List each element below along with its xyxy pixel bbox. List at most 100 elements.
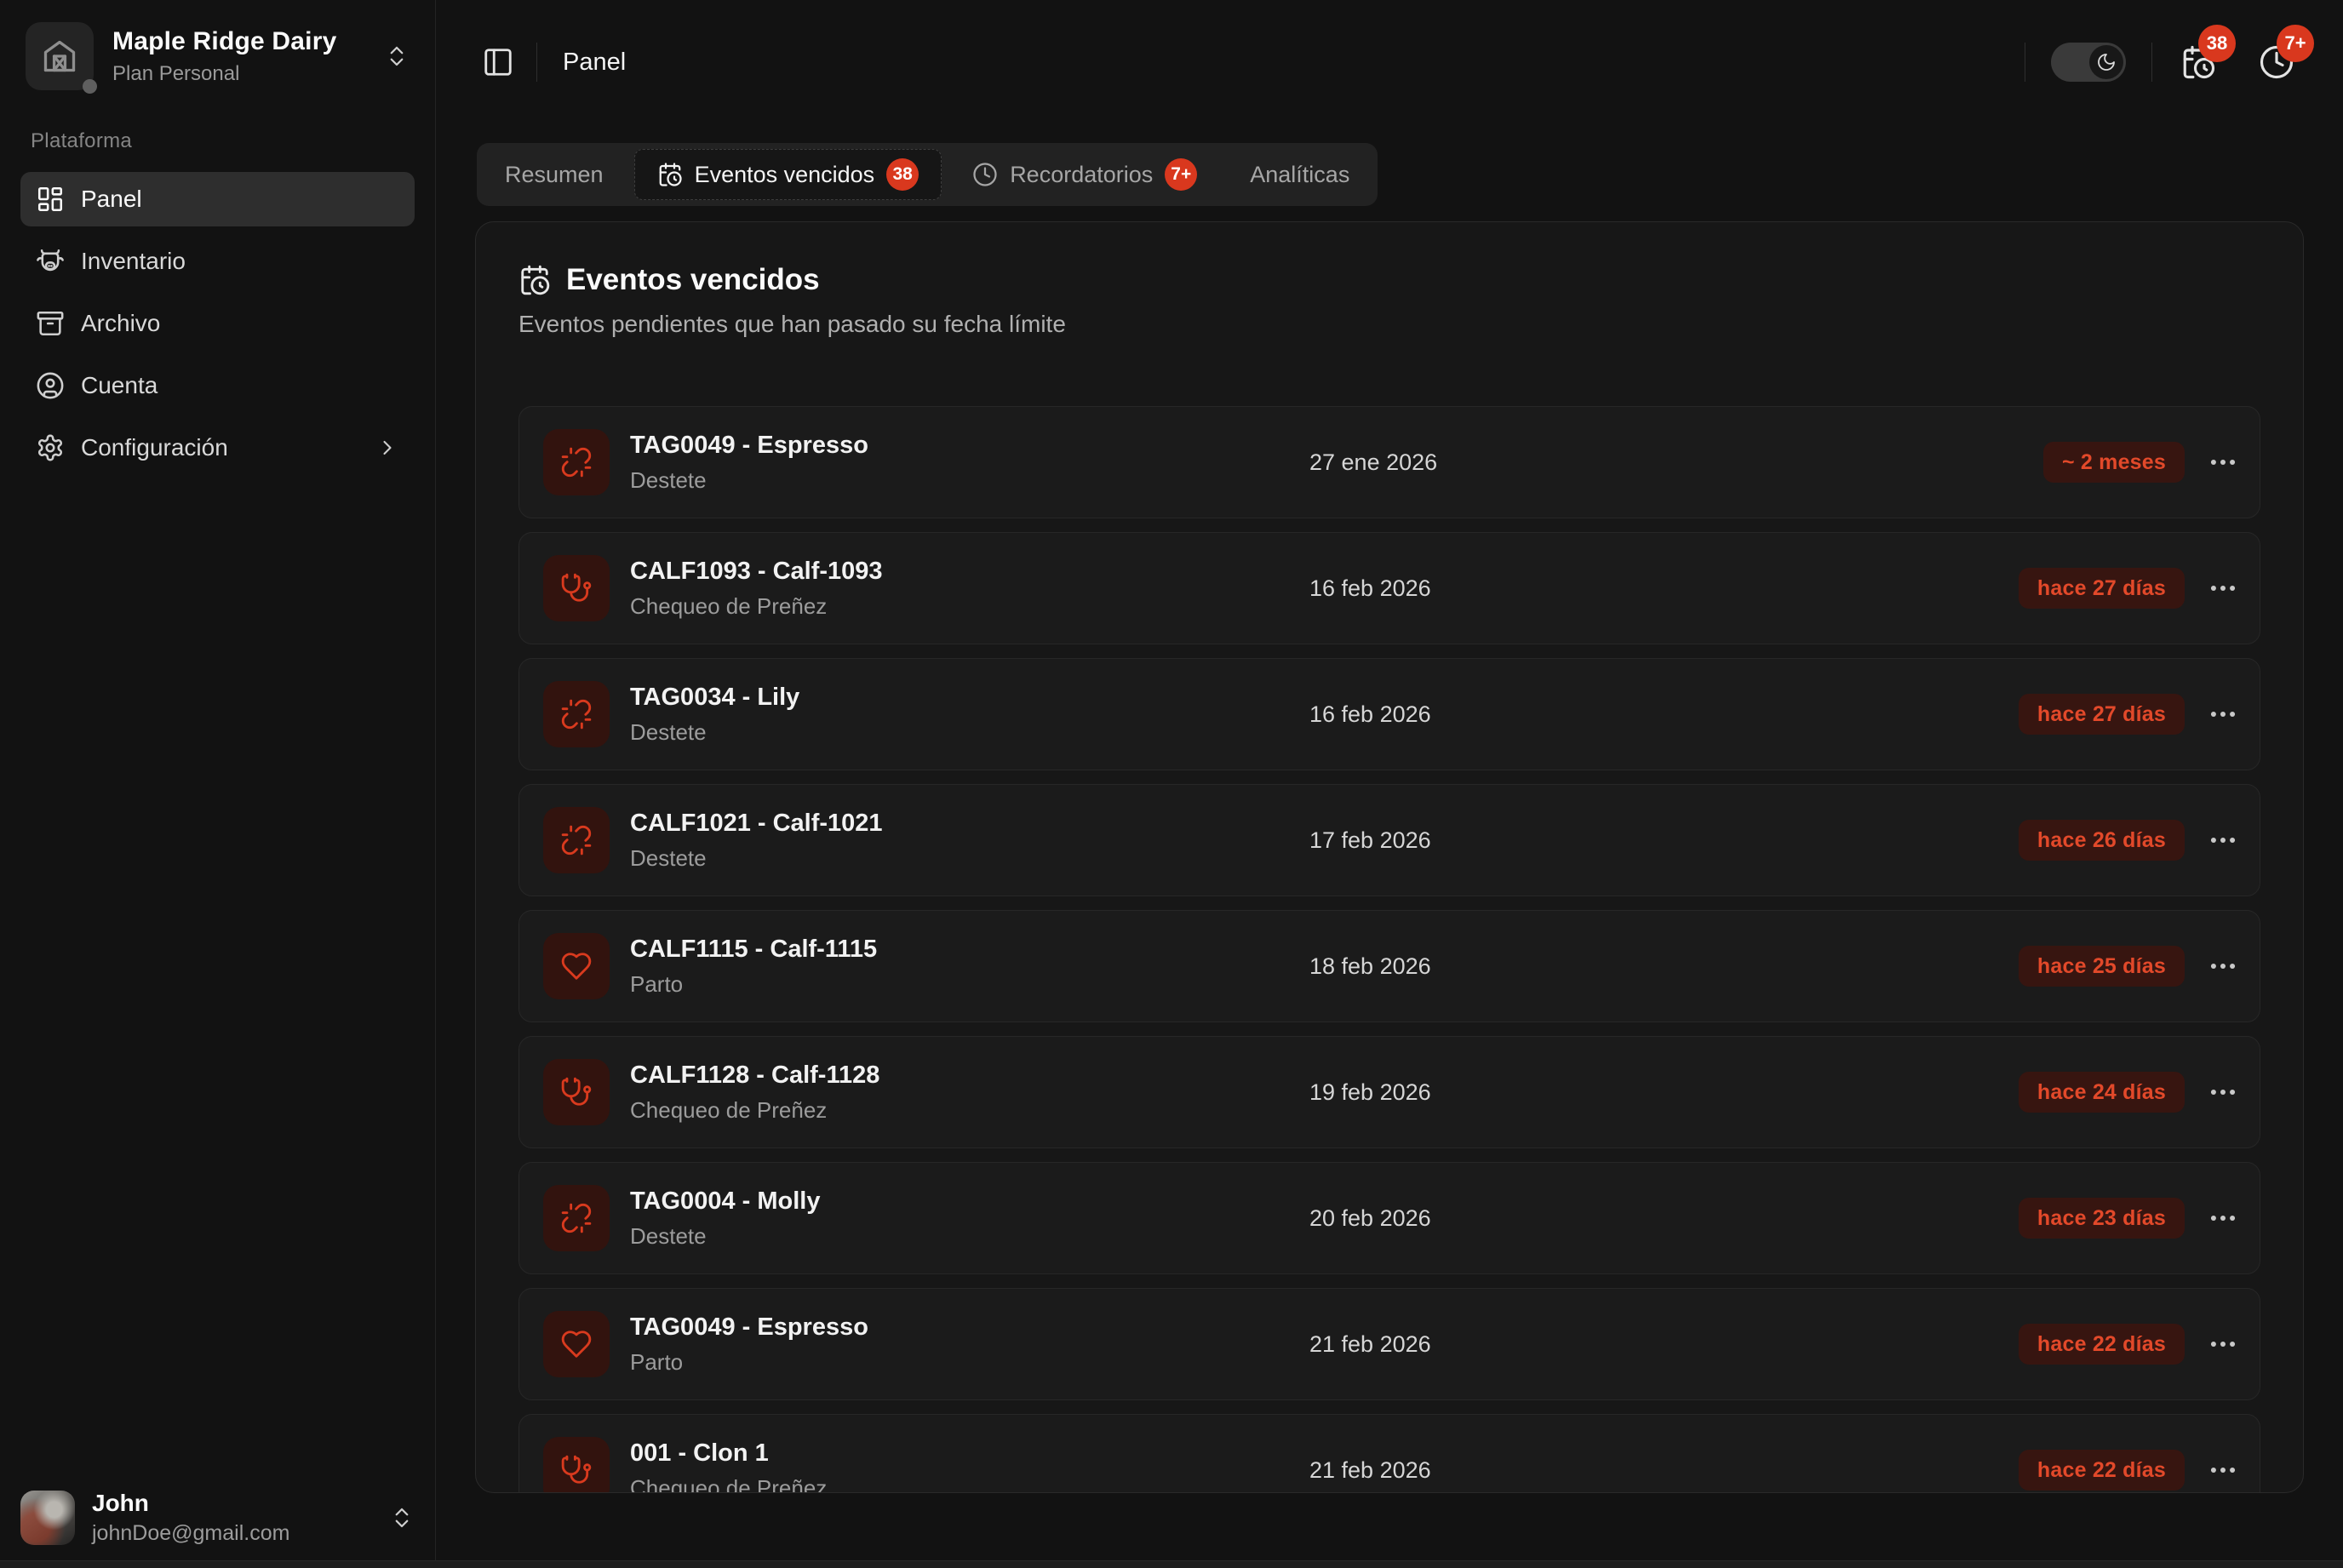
event-type: Chequeo de Preñez [630,1475,827,1494]
reminders-button[interactable]: 7+ [2256,42,2297,83]
row-menu-button[interactable] [2207,1076,2239,1108]
unlink-icon [560,446,593,478]
card-subtitle: Eventos pendientes que han pasado su fec… [518,311,2260,341]
event-row[interactable]: TAG0049 - Espresso Parto 21 feb 2026 hac… [518,1288,2260,1400]
event-date: 16 feb 2026 [1309,575,1431,602]
barn-icon [41,37,78,75]
overdue-badge: hace 22 días [2019,1450,2185,1491]
sidebar-item-panel[interactable]: Panel [20,172,415,226]
ellipsis-icon [2207,446,2239,478]
ellipsis-icon [2207,572,2239,604]
row-menu-button[interactable] [2207,1202,2239,1234]
event-date: 17 feb 2026 [1309,827,1431,854]
event-type: Destete [630,1223,820,1250]
bottom-strip [0,1560,2343,1568]
event-row[interactable]: CALF1021 - Calf-1021 Destete 17 feb 2026… [518,784,2260,896]
unlink-icon [560,824,593,856]
row-menu-button[interactable] [2207,698,2239,730]
unlink-icon [560,1202,593,1234]
event-name: TAG0049 - Espresso [630,1313,868,1342]
ellipsis-icon [2207,1454,2239,1486]
event-date: 21 feb 2026 [1309,1331,1431,1358]
event-list: TAG0049 - Espresso Destete 27 ene 2026 ~… [518,406,2260,1493]
org-switcher[interactable]: Maple Ridge Dairy Plan Personal [20,19,415,94]
sidebar-nav: Panel Inventario Archivo Cuenta Configur… [20,172,415,475]
row-menu-button[interactable] [2207,572,2239,604]
event-date: 19 feb 2026 [1309,1079,1431,1106]
overdue-badge: hace 24 días [2019,1072,2185,1113]
row-menu-button[interactable] [2207,446,2239,478]
event-type: Chequeo de Preñez [630,1097,879,1124]
ellipsis-icon [2207,950,2239,982]
row-menu-button[interactable] [2207,824,2239,856]
topbar-divider [2151,43,2152,82]
ellipsis-icon [2207,1328,2239,1360]
event-row[interactable]: TAG0034 - Lily Destete 16 feb 2026 hace … [518,658,2260,770]
event-type: Parto [630,971,877,998]
chevrons-up-down-icon [384,43,410,69]
user-name: John [92,1490,289,1517]
tab-bar: Resumen Eventos vencidos 38 Recordatorio… [477,143,1378,206]
overdue-badge: hace 25 días [2019,946,2185,987]
sidebar-item-archivo[interactable]: Archivo [20,296,415,351]
event-name: CALF1115 - Calf-1115 [630,936,877,964]
topbar: Panel 38 7+ [475,0,2304,124]
org-plan: Plan Personal [112,62,336,86]
overdue-events-card: Eventos vencidos Eventos pendientes que … [475,221,2304,1493]
overdue-badge: hace 22 días [2019,1324,2185,1365]
event-date: 27 ene 2026 [1309,449,1437,476]
event-row[interactable]: TAG0004 - Molly Destete 20 feb 2026 hace… [518,1162,2260,1274]
overdue-badge: hace 27 días [2019,568,2185,609]
event-name: TAG0034 - Lily [630,684,799,712]
overdue-events-button[interactable]: 38 [2178,42,2219,83]
reminders-count-badge: 7+ [2277,25,2314,62]
app-root: Maple Ridge Dairy Plan Personal Platafor… [0,0,2343,1568]
event-name: TAG0049 - Espresso [630,432,868,460]
tab-analiticas[interactable]: Analíticas [1228,149,1372,200]
topbar-actions: 38 7+ [2025,42,2297,83]
event-row[interactable]: CALF1093 - Calf-1093 Chequeo de Preñez 1… [518,532,2260,644]
event-row[interactable]: TAG0049 - Espresso Destete 27 ene 2026 ~… [518,406,2260,518]
sidebar-section-label: Plataforma [31,129,415,153]
event-type-icon-tile [543,681,610,747]
sidebar-item-configuracion[interactable]: Configuración [20,421,415,475]
event-row[interactable]: CALF1115 - Calf-1115 Parto 18 feb 2026 h… [518,910,2260,1022]
clock-icon [972,162,998,187]
overdue-badge: hace 27 días [2019,694,2185,735]
tab-resumen[interactable]: Resumen [483,149,626,200]
row-menu-button[interactable] [2207,1454,2239,1486]
row-menu-button[interactable] [2207,950,2239,982]
event-date: 21 feb 2026 [1309,1457,1431,1484]
sidebar-item-inventario[interactable]: Inventario [20,234,415,289]
stethoscope-icon [560,1076,593,1108]
dashboard-icon [36,185,65,214]
cow-icon [36,247,65,276]
moon-icon [2096,52,2117,72]
event-name: CALF1021 - Calf-1021 [630,810,883,838]
sidebar-toggle-button[interactable] [482,46,514,78]
ellipsis-icon [2207,1202,2239,1234]
event-type-icon-tile [543,933,610,999]
heart-icon [560,950,593,982]
heart-icon [560,1328,593,1360]
chevrons-up-down-icon [389,1505,415,1531]
event-date: 16 feb 2026 [1309,701,1431,728]
event-type: Destete [630,845,883,872]
user-email: johnDoe@gmail.com [92,1521,289,1546]
user-menu[interactable]: John johnDoe@gmail.com [20,1490,415,1546]
stethoscope-icon [560,572,593,604]
sidebar-item-cuenta[interactable]: Cuenta [20,358,415,413]
event-row[interactable]: CALF1128 - Calf-1128 Chequeo de Preñez 1… [518,1036,2260,1148]
event-type-icon-tile [543,555,610,621]
tab-recordatorios[interactable]: Recordatorios 7+ [950,149,1219,200]
tab-count-badge: 7+ [1165,158,1197,191]
event-type-icon-tile [543,429,610,495]
event-name: 001 - Clon 1 [630,1439,827,1468]
theme-toggle[interactable] [2051,43,2126,82]
event-date: 18 feb 2026 [1309,953,1431,980]
event-row[interactable]: 001 - Clon 1 Chequeo de Preñez 21 feb 20… [518,1414,2260,1493]
row-menu-button[interactable] [2207,1328,2239,1360]
chevron-right-icon [375,436,399,460]
gear-icon [36,433,65,462]
tab-eventos-vencidos[interactable]: Eventos vencidos 38 [634,149,942,200]
